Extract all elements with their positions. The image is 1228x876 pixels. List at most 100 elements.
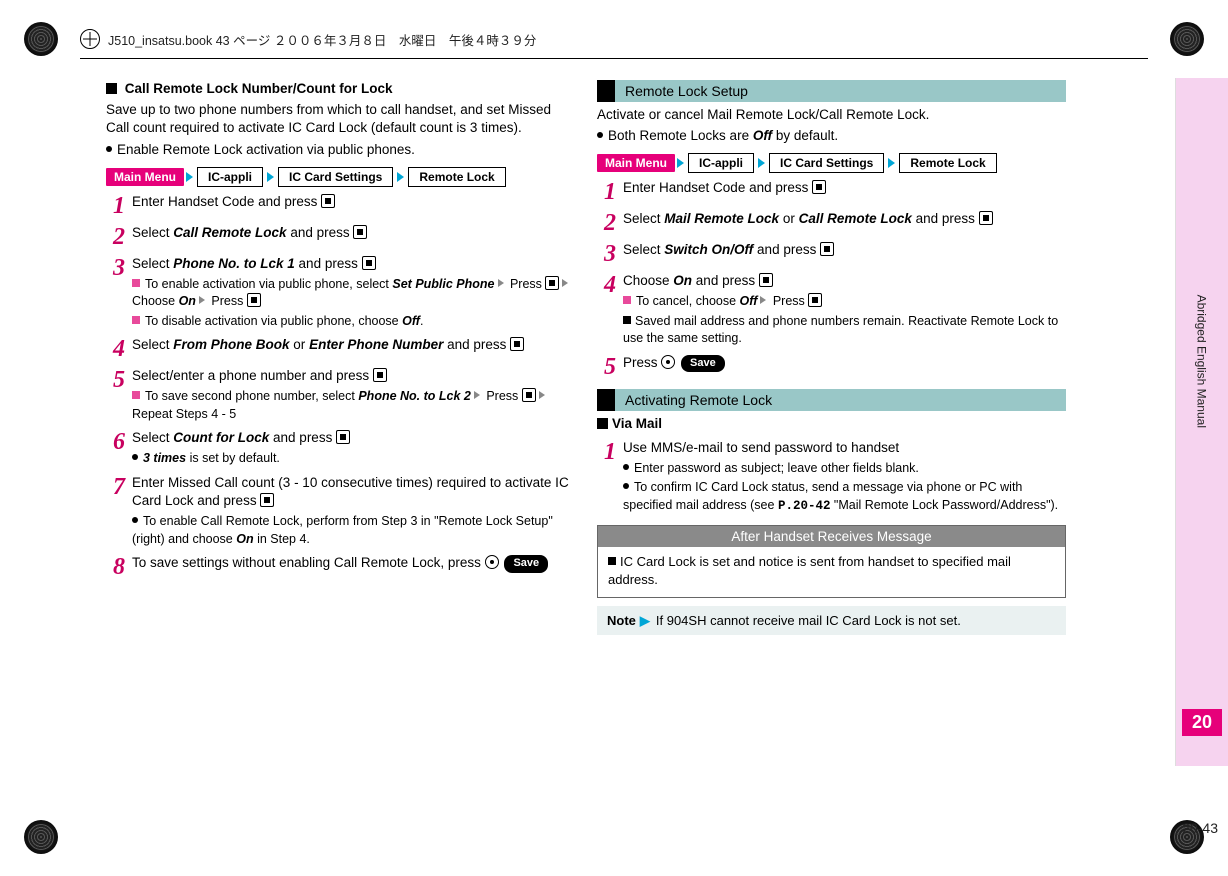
center-key-icon	[485, 555, 499, 569]
note-label: Note	[607, 612, 636, 630]
header-rule	[80, 58, 1148, 59]
menu-main: Main Menu	[106, 168, 184, 186]
r-step-4-sub2: Saved mail address and phone numbers rem…	[623, 313, 1066, 348]
menu-item: IC-appli	[197, 167, 263, 187]
ok-key-icon	[812, 180, 826, 194]
menu-item: Remote Lock	[408, 167, 505, 187]
step-5-sub: To save second phone number, select Phon…	[132, 388, 575, 423]
menu-arrow-icon	[186, 172, 193, 182]
note-body: If 904SH cannot receive mail IC Card Loc…	[656, 612, 961, 630]
ok-key-icon	[247, 293, 261, 307]
square-bullet-icon	[106, 83, 117, 94]
dot-bullet-icon	[132, 517, 138, 523]
black-bullet-icon	[608, 557, 616, 565]
left-column: Call Remote Lock Number/Count for Lock S…	[106, 80, 575, 840]
square-bullet-icon	[597, 418, 608, 429]
left-bullet: Enable Remote Lock activation via public…	[106, 141, 575, 159]
print-header: J510_insatsu.book 43 ページ ２００６年３月８日 水曜日 午…	[80, 22, 1148, 56]
menu-arrow-icon	[267, 172, 274, 182]
pink-bullet-icon	[132, 279, 140, 287]
section-title: Activating Remote Lock	[615, 389, 1066, 411]
via-mail-step-1: 1 Use MMS/e-mail to send password to han…	[597, 439, 1066, 515]
arrow-right-icon	[474, 391, 480, 399]
step-1: 1 Enter Handset Code and press	[106, 193, 575, 218]
via-mail-b1: Enter password as subject; leave other f…	[623, 460, 1066, 478]
chapter-tab: Abridged English Manual 20	[1175, 78, 1228, 766]
ok-key-icon	[353, 225, 367, 239]
arrow-right-icon	[199, 296, 205, 304]
pink-bullet-icon	[132, 391, 140, 399]
ok-key-icon	[979, 211, 993, 225]
right-column: Remote Lock Setup Activate or cancel Mai…	[597, 80, 1066, 840]
ok-key-icon	[373, 368, 387, 382]
dot-bullet-icon	[106, 146, 112, 152]
step-6-note: 3 times is set by default.	[132, 450, 575, 468]
save-softkey: Save	[681, 355, 725, 372]
arrow-right-icon	[760, 296, 766, 304]
r-step-1: 1 Enter Handset Code and press	[597, 179, 1066, 204]
step-8: 8 To save settings without enabling Call…	[106, 554, 575, 579]
menu-item: IC-appli	[688, 153, 754, 173]
page-number: 20-43	[1182, 820, 1218, 836]
menu-path: Main Menu IC-appli IC Card Settings Remo…	[106, 167, 575, 187]
arrow-right-icon	[562, 279, 568, 287]
pink-bullet-icon	[623, 296, 631, 304]
step-7-note: To enable Call Remote Lock, perform from…	[132, 513, 575, 548]
section-title: Remote Lock Setup	[615, 80, 1066, 102]
center-key-icon	[661, 355, 675, 369]
left-intro: Save up to two phone numbers from which …	[106, 101, 575, 137]
menu-item: IC Card Settings	[769, 153, 884, 173]
step-5: 5 Select/enter a phone number and press …	[106, 367, 575, 423]
r-step-4-sub1: To cancel, choose Off Press	[623, 293, 1066, 311]
step-7: 7 Enter Missed Call count (3 - 10 consec…	[106, 474, 575, 549]
crop-mark-icon	[24, 22, 58, 56]
register-mark-icon	[80, 29, 100, 49]
crop-mark-icon	[1170, 22, 1204, 56]
section-vertical-label: Abridged English Manual	[1194, 295, 1208, 428]
r-step-4: 4 Choose On and press To cancel, choose …	[597, 272, 1066, 347]
r-step-5: 5 Press Save	[597, 354, 1066, 379]
step-3-sub2: To disable activation via public phone, …	[132, 313, 575, 331]
ok-key-icon	[522, 388, 536, 402]
dot-bullet-icon	[597, 132, 603, 138]
ok-key-icon	[321, 194, 335, 208]
right-bullet: Both Remote Locks are Off by default.	[597, 127, 1066, 145]
left-heading: Call Remote Lock Number/Count for Lock	[106, 80, 575, 98]
menu-main: Main Menu	[597, 154, 675, 172]
note-arrow-icon: ▶	[640, 612, 650, 630]
crop-mark-icon	[24, 820, 58, 854]
box-title: After Handset Receives Message	[598, 526, 1065, 547]
ok-key-icon	[336, 430, 350, 444]
step-3: 3 Select Phone No. to Lck 1 and press To…	[106, 255, 575, 330]
arrow-right-icon	[539, 391, 545, 399]
menu-arrow-icon	[758, 158, 765, 168]
section-lead-icon	[597, 80, 615, 102]
after-receive-box: After Handset Receives Message IC Card L…	[597, 525, 1066, 597]
menu-arrow-icon	[397, 172, 404, 182]
menu-path: Main Menu IC-appli IC Card Settings Remo…	[597, 153, 1066, 173]
ok-key-icon	[260, 493, 274, 507]
menu-item: IC Card Settings	[278, 167, 393, 187]
section-remote-lock-setup: Remote Lock Setup	[597, 80, 1066, 102]
pink-bullet-icon	[132, 316, 140, 324]
via-mail-b2: To confirm IC Card Lock status, send a m…	[623, 479, 1066, 515]
save-softkey: Save	[504, 555, 548, 572]
r-step-2: 2 Select Mail Remote Lock or Call Remote…	[597, 210, 1066, 235]
dot-bullet-icon	[132, 454, 138, 460]
chapter-number-badge: 20	[1182, 709, 1222, 736]
dot-bullet-icon	[623, 483, 629, 489]
ok-key-icon	[545, 276, 559, 290]
dot-bullet-icon	[623, 464, 629, 470]
step-6: 6 Select Count for Lock and press 3 time…	[106, 429, 575, 467]
section-activating-remote-lock: Activating Remote Lock	[597, 389, 1066, 411]
menu-arrow-icon	[888, 158, 895, 168]
menu-arrow-icon	[677, 158, 684, 168]
note-row: Note ▶ If 904SH cannot receive mail IC C…	[597, 606, 1066, 636]
ok-key-icon	[510, 337, 524, 351]
ok-key-icon	[759, 273, 773, 287]
right-intro: Activate or cancel Mail Remote Lock/Call…	[597, 106, 1066, 124]
arrow-right-icon	[498, 279, 504, 287]
step-3-sub1: To enable activation via public phone, s…	[132, 276, 575, 311]
ok-key-icon	[820, 242, 834, 256]
print-header-text: J510_insatsu.book 43 ページ ２００６年３月８日 水曜日 午…	[108, 30, 536, 49]
